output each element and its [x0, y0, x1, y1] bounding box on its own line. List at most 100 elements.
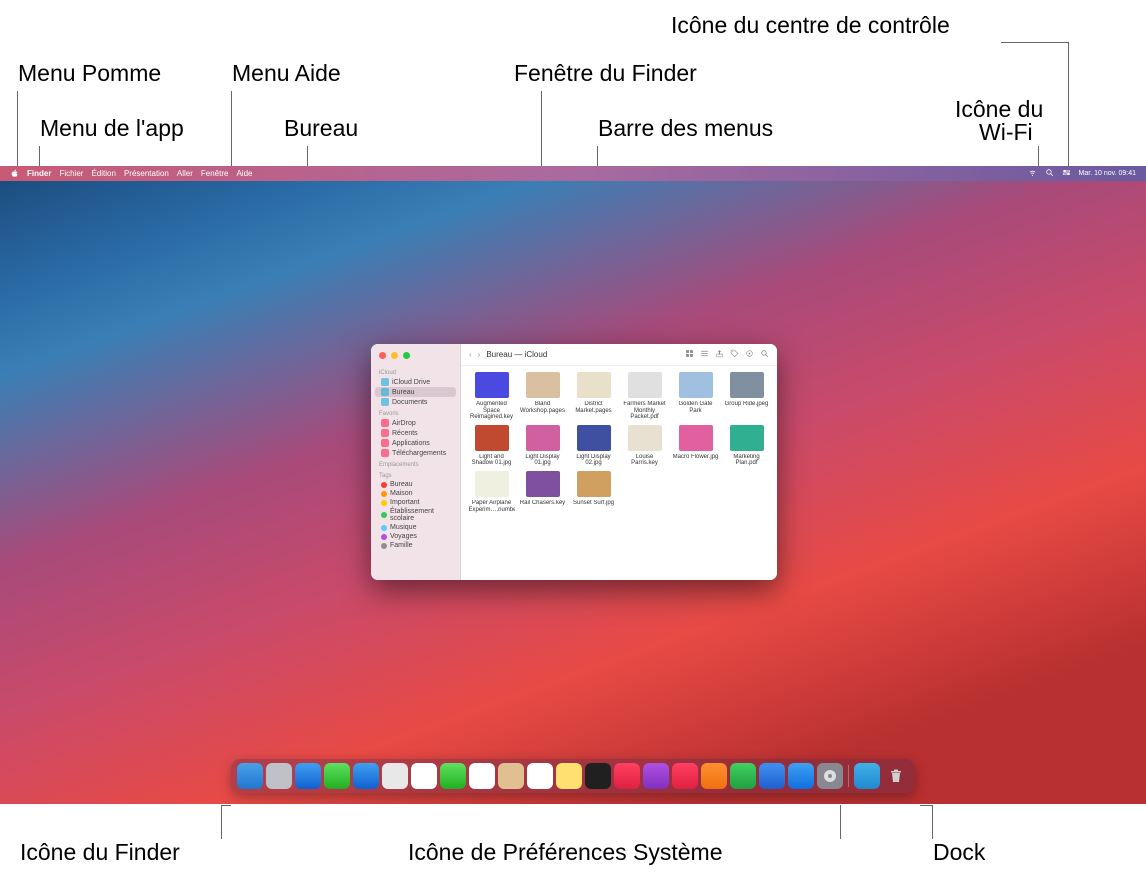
tag-dot-icon [381, 500, 387, 506]
callout-control-center: Icône du centre de contrôle [671, 12, 950, 39]
zoom-traffic-light[interactable] [403, 352, 410, 359]
menubar: Finder Fichier Édition Présentation Alle… [0, 166, 1146, 181]
dock-contacts-icon[interactable] [498, 763, 524, 789]
tag-dot-icon [381, 482, 387, 488]
tag-dot-icon [381, 534, 387, 540]
dock-news-icon[interactable] [672, 763, 698, 789]
sidebar-item-applications[interactable]: Applications [371, 438, 460, 448]
sidebar-item-bureau[interactable]: Bureau [371, 480, 460, 489]
share-button[interactable] [715, 349, 724, 360]
spotlight-icon[interactable] [1045, 168, 1054, 179]
dock-tv-icon[interactable] [585, 763, 611, 789]
menubar-datetime[interactable]: Mar. 10 nov. 09:41 [1079, 170, 1136, 177]
finder-sidebar: iCloudiCloud DriveBureauDocumentsFavoris… [371, 344, 461, 580]
file-item[interactable]: Paper Airplane Experim….numbers [467, 471, 516, 513]
file-item[interactable]: Louise Parris.key [620, 425, 669, 467]
dock-pages-icon[interactable] [701, 763, 727, 789]
search-button[interactable] [760, 349, 769, 360]
close-traffic-light[interactable] [379, 352, 386, 359]
action-button[interactable] [745, 349, 754, 360]
file-thumbnail-icon [628, 372, 662, 398]
apple-menu-icon[interactable] [10, 169, 19, 178]
sidebar-item-label: Musique [390, 524, 416, 531]
dock-safari-icon[interactable] [295, 763, 321, 789]
file-item[interactable]: Sunset Surf.jpg [569, 471, 618, 513]
sidebar-item-établissement-scolaire[interactable]: Établissement scolaire [371, 507, 460, 523]
sidebar-item-récents[interactable]: Récents [371, 428, 460, 438]
dock-appstore-icon[interactable] [788, 763, 814, 789]
dock-system-preferences-icon[interactable] [817, 763, 843, 789]
file-name: Light Display 01.jpg [520, 454, 566, 467]
dock-finder-icon[interactable] [237, 763, 263, 789]
dock-reminders-icon[interactable] [527, 763, 553, 789]
file-item[interactable]: Marketing Plan.pdf [722, 425, 771, 467]
sidebar-item-maison[interactable]: Maison [371, 489, 460, 498]
dock-launchpad-icon[interactable] [266, 763, 292, 789]
file-item[interactable]: Farmers Market Monthly Packet.pdf [620, 372, 669, 421]
minimize-traffic-light[interactable] [391, 352, 398, 359]
sidebar-item-bureau[interactable]: Bureau [375, 387, 456, 397]
file-thumbnail-icon [526, 425, 560, 451]
wifi-icon[interactable] [1028, 168, 1037, 179]
file-name: Macro Flower.jpg [673, 454, 719, 461]
dock-messages-icon[interactable] [324, 763, 350, 789]
menu-edition[interactable]: Édition [91, 169, 115, 178]
menu-fichier[interactable]: Fichier [59, 169, 83, 178]
dock-trash-icon[interactable] [883, 763, 909, 789]
dock-notes-icon[interactable] [556, 763, 582, 789]
file-item[interactable]: Group Ride.jpeg [722, 372, 771, 421]
file-item[interactable]: Bland Workshop.pages [518, 372, 567, 421]
file-item[interactable]: Golden Gate Park [671, 372, 720, 421]
sidebar-item-airdrop[interactable]: AirDrop [371, 418, 460, 428]
menu-aide[interactable]: Aide [236, 169, 252, 178]
sidebar-item-label: Bureau [390, 481, 413, 488]
menu-aller[interactable]: Aller [177, 169, 193, 178]
file-item[interactable]: Rail Chasers.key [518, 471, 567, 513]
tag-dot-icon [381, 543, 387, 549]
sidebar-item-documents[interactable]: Documents [371, 397, 460, 407]
dock-mail-icon[interactable] [353, 763, 379, 789]
file-item[interactable]: Light Display 01.jpg [518, 425, 567, 467]
file-thumbnail-icon [730, 425, 764, 451]
file-item[interactable]: Macro Flower.jpg [671, 425, 720, 467]
sidebar-item-label: Voyages [390, 533, 417, 540]
folder-icon [381, 388, 389, 396]
dock-calendar-icon[interactable] [469, 763, 495, 789]
dock-music-icon[interactable] [614, 763, 640, 789]
file-thumbnail-icon [577, 471, 611, 497]
back-button[interactable]: ‹ [469, 350, 472, 359]
dock-facetime-icon[interactable] [440, 763, 466, 789]
file-name: Light and Shadow 01.jpg [469, 454, 515, 467]
file-item[interactable]: Augmented Space Reimagined.key [467, 372, 516, 421]
sidebar-item-voyages[interactable]: Voyages [371, 532, 460, 541]
dock-downloads-icon[interactable] [854, 763, 880, 789]
forward-button[interactable]: › [478, 350, 481, 359]
sidebar-item-téléchargements[interactable]: Téléchargements [371, 448, 460, 458]
group-button[interactable] [700, 349, 709, 360]
finder-window: iCloudiCloud DriveBureauDocumentsFavoris… [371, 344, 777, 580]
view-icons-button[interactable] [685, 349, 694, 360]
sidebar-item-famille[interactable]: Famille [371, 541, 460, 550]
sidebar-item-musique[interactable]: Musique [371, 523, 460, 532]
file-item[interactable]: Light and Shadow 01.jpg [467, 425, 516, 467]
sidebar-item-icloud-drive[interactable]: iCloud Drive [371, 377, 460, 387]
dock-numbers-icon[interactable] [730, 763, 756, 789]
file-item[interactable]: District Market.pages [569, 372, 618, 421]
file-name: Louise Parris.key [622, 454, 668, 467]
dock-maps-icon[interactable] [382, 763, 408, 789]
dock-separator [848, 765, 849, 787]
file-item[interactable]: Light Display 02.jpg [569, 425, 618, 467]
dock-podcasts-icon[interactable] [643, 763, 669, 789]
tag-button[interactable] [730, 349, 739, 360]
tag-dot-icon [381, 512, 387, 518]
dock-photos-icon[interactable] [411, 763, 437, 789]
sidebar-item-important[interactable]: Important [371, 498, 460, 507]
menu-fenetre[interactable]: Fenêtre [201, 169, 229, 178]
file-name: Farmers Market Monthly Packet.pdf [622, 401, 668, 421]
menu-presentation[interactable]: Présentation [124, 169, 169, 178]
sidebar-item-label: Documents [392, 399, 427, 406]
tag-dot-icon [381, 525, 387, 531]
menu-app-name[interactable]: Finder [27, 169, 51, 178]
dock-keynote-icon[interactable] [759, 763, 785, 789]
control-center-icon[interactable] [1062, 168, 1071, 179]
